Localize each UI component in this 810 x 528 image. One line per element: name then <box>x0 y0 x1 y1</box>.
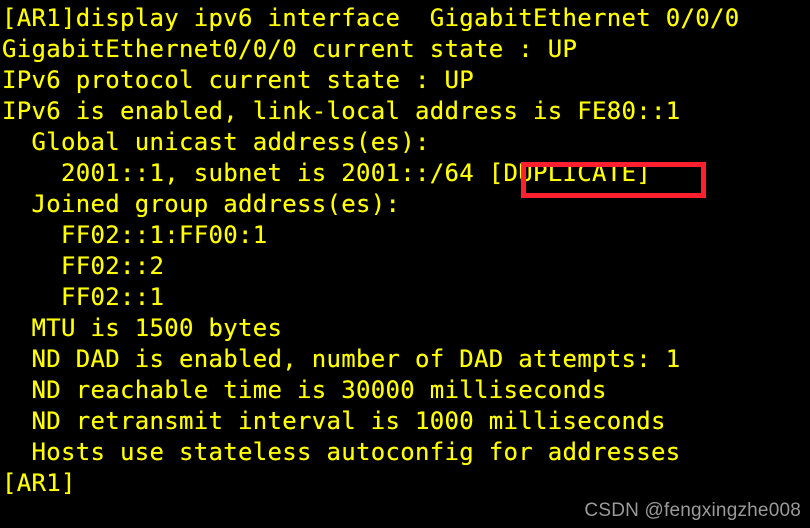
console-line-text: IPv6 is enabled, link-local address is F… <box>2 97 681 125</box>
console-line-text: FF02::1 <box>2 283 165 311</box>
console-line-nd-reachable: ND reachable time is 30000 milliseconds <box>0 375 810 406</box>
console-line-text: ND DAD is enabled, number of DAD attempt… <box>2 345 681 373</box>
console-line-protocol-state: IPv6 protocol current state : UP <box>0 65 810 96</box>
console-line-text: GigabitEthernet0/0/0 current state : UP <box>2 35 578 63</box>
console-line-text: MTU is 1500 bytes <box>2 314 283 342</box>
watermark-label: CSDN @fengxingzhe008 <box>584 500 801 521</box>
console-line-text: IPv6 protocol current state : UP <box>2 66 474 94</box>
console-line-text: ND reachable time is 30000 milliseconds <box>2 376 607 404</box>
console-line-text: Hosts use stateless autoconfig for addre… <box>2 438 681 466</box>
console-line-autoconfig: Hosts use stateless autoconfig for addre… <box>0 437 810 468</box>
console-line-text: Global unicast address(es): <box>2 128 430 156</box>
console-line-text: Joined group address(es): <box>2 190 401 218</box>
console-line-nd-retransmit: ND retransmit interval is 1000 milliseco… <box>0 406 810 437</box>
console-line-global-unicast-address: 2001::1, subnet is 2001::/64 [DUPLICATE] <box>0 158 810 189</box>
console-line-joined-group-2: FF02::2 <box>0 251 810 282</box>
console-line-prompt[interactable]: [AR1] <box>0 468 810 499</box>
console-output[interactable]: [AR1]display ipv6 interface GigabitEther… <box>0 0 810 499</box>
console-line-joined-group-3: FF02::1 <box>0 282 810 313</box>
console-line-nd-dad: ND DAD is enabled, number of DAD attempt… <box>0 344 810 375</box>
console-line-text: 2001::1, subnet is 2001::/64 [DUPLICATE] <box>2 159 651 187</box>
console-line-link-local: IPv6 is enabled, link-local address is F… <box>0 96 810 127</box>
console-line-text: FF02::1:FF00:1 <box>2 221 268 249</box>
console-prompt-text: [AR1] <box>2 469 76 497</box>
console-line-text: [AR1]display ipv6 interface GigabitEther… <box>2 4 740 32</box>
console-line-mtu: MTU is 1500 bytes <box>0 313 810 344</box>
terminal-window[interactable]: [AR1]display ipv6 interface GigabitEther… <box>0 0 810 528</box>
console-line-joined-group-1: FF02::1:FF00:1 <box>0 220 810 251</box>
console-line-text: FF02::2 <box>2 252 165 280</box>
console-line-text: ND retransmit interval is 1000 milliseco… <box>2 407 666 435</box>
console-line-joined-group-label: Joined group address(es): <box>0 189 810 220</box>
console-line-interface-state: GigabitEthernet0/0/0 current state : UP <box>0 34 810 65</box>
console-line-command: [AR1]display ipv6 interface GigabitEther… <box>0 3 810 34</box>
console-line-global-unicast-label: Global unicast address(es): <box>0 127 810 158</box>
